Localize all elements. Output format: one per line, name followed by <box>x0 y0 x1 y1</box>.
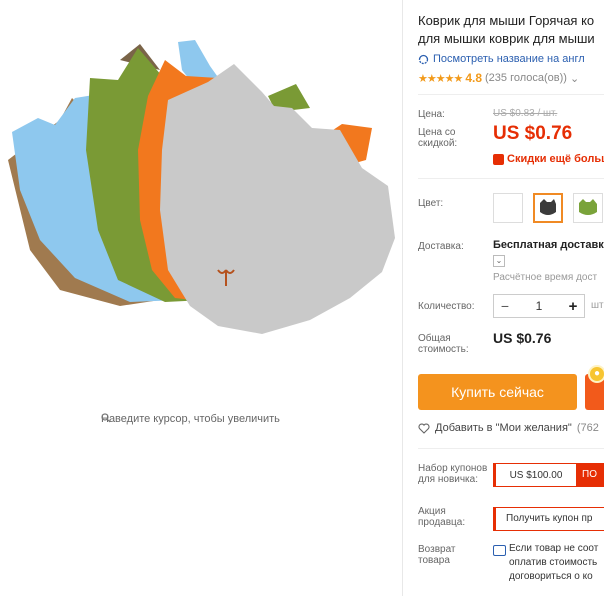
zoom-hint: Наведите курсор, чтобы увеличить <box>101 413 280 425</box>
green-pad-thumbnail <box>579 199 597 215</box>
newbie-coupon[interactable]: US $100.00 ПО <box>493 463 604 487</box>
shipping-toggle-icon[interactable]: ⌄ <box>493 255 505 267</box>
black-pad-thumbnail <box>540 199 556 215</box>
seller-promo-label: Акция продавца: <box>418 506 466 528</box>
return-line-2: оплатив стоимость <box>509 557 598 568</box>
product-details-panel: Коврик для мыши Горячая ко для мышки ков… <box>418 0 604 596</box>
return-policy-icon <box>493 545 506 556</box>
shipping-label: Доставка: <box>418 241 464 252</box>
divider <box>418 178 604 179</box>
vertical-divider <box>402 0 403 596</box>
coin-icon: ● <box>588 365 604 383</box>
translate-link-text[interactable]: Посмотреть название на англ <box>433 53 585 65</box>
return-policy-text: Если товар не соот оплатив стоимость дог… <box>509 542 598 584</box>
divider <box>418 94 604 95</box>
heart-icon <box>418 423 430 434</box>
translate-icon <box>418 54 429 64</box>
product-title-line-1: Коврик для мыши Горячая ко <box>418 13 595 28</box>
return-line-1: Если товар не соот <box>509 543 599 554</box>
quantity-decrease-button[interactable]: − <box>494 298 516 314</box>
rating[interactable]: ★★★★★ 4.8 (235 голоса(ов)) ⌄ <box>418 71 579 85</box>
divider <box>418 448 604 449</box>
quantity-input[interactable]: 1 <box>516 299 562 313</box>
promo-icon <box>493 153 504 165</box>
return-label: Возврат товара <box>418 544 456 566</box>
shipping-estimate: Расчётное время дост <box>493 272 598 283</box>
newbie-coupon-get-button[interactable]: ПО <box>576 464 604 486</box>
wishlist-link[interactable]: Добавить в "Мои желания" (762 <box>418 422 599 434</box>
old-price: US $0.83 / шт. <box>493 108 558 119</box>
color-label: Цвет: <box>418 198 444 209</box>
wishlist-count: (762 <box>576 422 599 434</box>
product-title-line-2: для мышки коврик для мыши <box>418 31 595 46</box>
wishlist-text[interactable]: Добавить в "Мои желания" <box>435 422 572 434</box>
promo-text[interactable]: Скидки ещё больш <box>507 153 604 165</box>
translate-link[interactable]: Посмотреть название на англ <box>418 53 585 65</box>
newbie-coupon-label: Набор купонов для новичка: <box>418 463 488 485</box>
zoom-hint-text: Наведите курсор, чтобы увеличить <box>101 413 280 425</box>
discount-price-label: Цена со скидкой: <box>418 127 458 149</box>
promo-link[interactable]: Скидки ещё больш <box>493 153 604 165</box>
rating-stars-icon: ★★★★★ <box>418 72 463 85</box>
discount-price: US $0.76 <box>493 123 573 144</box>
color-swatch-black[interactable] <box>533 193 563 223</box>
buy-now-button[interactable]: Купить сейчас <box>418 374 577 410</box>
quantity-label: Количество: <box>418 301 475 312</box>
shipping-value: Бесплатная доставка <box>493 239 604 251</box>
quantity-stepper[interactable]: − 1 + <box>493 294 585 318</box>
total-value: US $0.76 <box>493 330 552 346</box>
color-swatch-green[interactable] <box>573 193 603 223</box>
rating-votes[interactable]: (235 голоса(ов)) <box>485 72 567 84</box>
magnifier-icon <box>101 413 111 423</box>
product-title: Коврик для мыши Горячая ко для мышки ков… <box>418 12 604 48</box>
product-image[interactable] <box>0 0 402 596</box>
quantity-increase-button[interactable]: + <box>562 298 584 315</box>
return-line-3: договориться о ко <box>509 571 593 582</box>
chevron-down-icon[interactable]: ⌄ <box>570 72 579 85</box>
product-image-area[interactable]: Наведите курсор, чтобы увеличить <box>0 0 402 596</box>
price-label: Цена: <box>418 109 445 120</box>
quantity-unit: шт <box>591 300 604 311</box>
rating-value: 4.8 <box>465 71 482 85</box>
seller-coupon-button[interactable]: Получить купон пр <box>493 507 604 531</box>
total-label: Общая стоимость: <box>418 333 469 355</box>
color-swatch-white[interactable] <box>493 193 523 223</box>
newbie-coupon-amount: US $100.00 <box>509 469 563 481</box>
